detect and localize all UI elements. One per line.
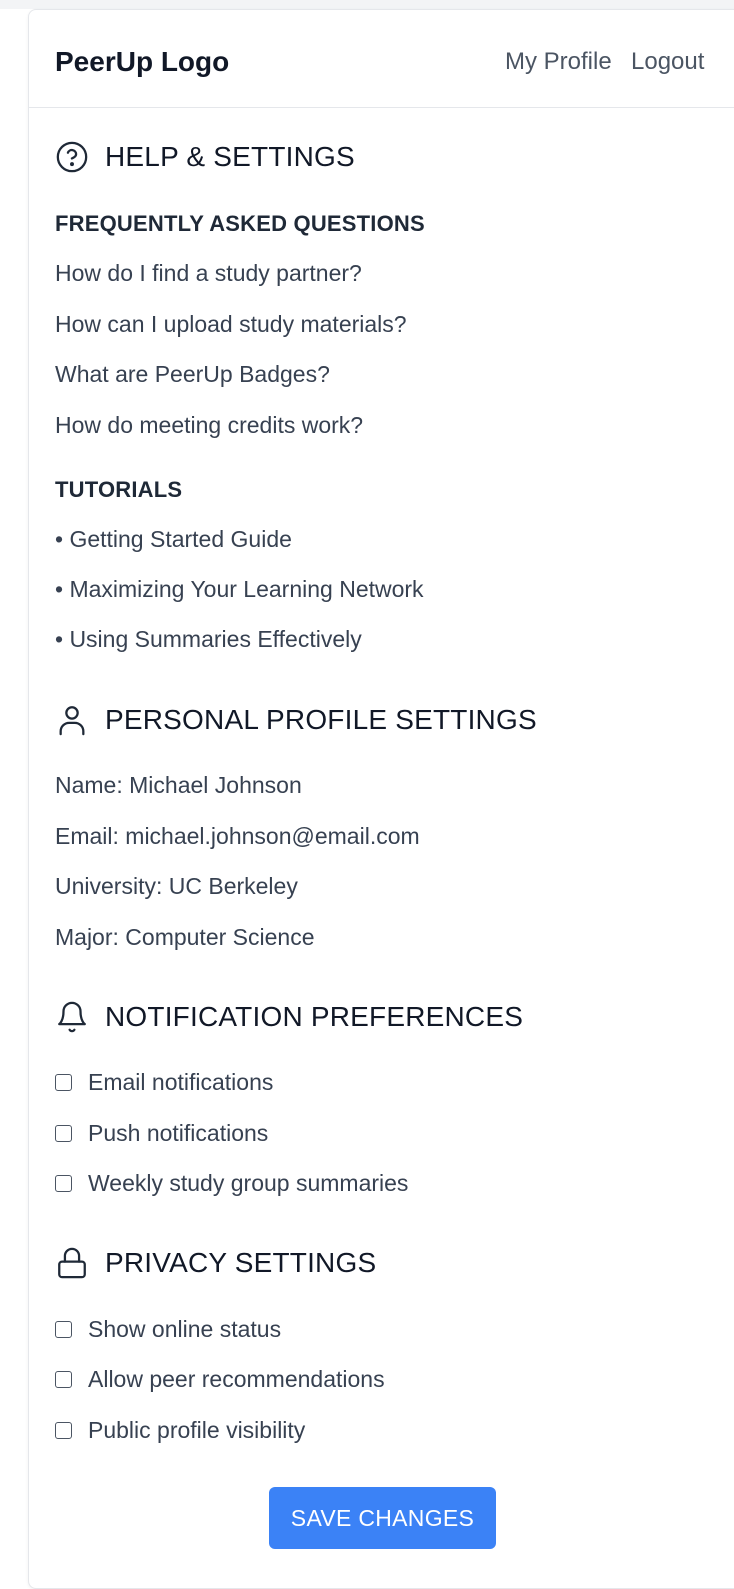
weekly-summaries-option[interactable]: Weekly study group summaries: [55, 1168, 408, 1198]
user-icon: [59, 706, 85, 736]
push-notifications-option[interactable]: Push notifications: [55, 1118, 268, 1148]
faq-heading: FREQUENTLY ASKED QUESTIONS: [55, 211, 425, 236]
tutorial-summaries[interactable]: • Using Summaries Effectively: [55, 626, 362, 653]
notification-preferences-title: NOTIFICATION PREFERENCES: [105, 1001, 524, 1032]
profile-university: University: UC Berkeley: [55, 873, 298, 899]
tutorials-heading: TUTORIALS: [55, 477, 183, 502]
email-notifications-option[interactable]: Email notifications: [55, 1067, 273, 1097]
notification-preferences-heading: NOTIFICATION PREFERENCES: [55, 999, 523, 1035]
public-profile-label: Public profile visibility: [88, 1416, 306, 1443]
profile-settings-heading: PERSONAL PROFILE SETTINGS: [55, 702, 537, 738]
app-logo[interactable]: PeerUp Logo: [55, 45, 229, 79]
push-notifications-checkbox[interactable]: [55, 1124, 72, 1142]
peer-recommendations-label: Allow peer recommendations: [88, 1365, 385, 1392]
online-status-checkbox[interactable]: [55, 1320, 72, 1338]
public-profile-checkbox[interactable]: [55, 1421, 72, 1439]
my-profile-link[interactable]: My Profile: [505, 47, 612, 77]
profile-email: Email: michael.johnson@email.com: [55, 823, 420, 849]
save-changes-button[interactable]: SAVE CHANGES: [269, 1487, 496, 1549]
bell-icon: [58, 1001, 86, 1033]
help-settings-title: HELP & SETTINGS: [105, 141, 355, 172]
settings-card: PeerUp Logo My Profile Logout HELP & SET…: [28, 9, 734, 1589]
online-status-option[interactable]: Show online status: [55, 1314, 281, 1344]
privacy-settings-heading: PRIVACY SETTINGS: [55, 1245, 376, 1281]
peer-recommendations-checkbox[interactable]: [55, 1370, 72, 1388]
faq-item-badges[interactable]: What are PeerUp Badges?: [55, 361, 330, 388]
profile-major: Major: Computer Science: [55, 924, 315, 950]
faq-item-find-partner[interactable]: How do I find a study partner?: [55, 260, 362, 287]
help-settings-heading: HELP & SETTINGS: [55, 139, 355, 175]
email-notifications-checkbox[interactable]: [55, 1073, 72, 1091]
faq-item-upload-materials[interactable]: How can I upload study materials?: [55, 311, 407, 338]
weekly-summaries-checkbox[interactable]: [55, 1174, 72, 1192]
push-notifications-label: Push notifications: [88, 1119, 269, 1146]
app-header: PeerUp Logo My Profile Logout: [29, 10, 734, 108]
tutorial-learning-network[interactable]: • Maximizing Your Learning Network: [55, 576, 424, 603]
page-top-edge: [0, 0, 734, 9]
email-notifications-label: Email notifications: [88, 1068, 274, 1095]
logout-link[interactable]: Logout: [631, 47, 704, 77]
tutorial-getting-started[interactable]: • Getting Started Guide: [55, 526, 292, 553]
profile-name: Name: Michael Johnson: [55, 772, 302, 798]
question-circle-icon: [56, 141, 88, 173]
public-profile-option[interactable]: Public profile visibility: [55, 1415, 305, 1445]
online-status-label: Show online status: [88, 1315, 282, 1342]
peer-recommendations-option[interactable]: Allow peer recommendations: [55, 1364, 385, 1394]
faq-item-meeting-credits[interactable]: How do meeting credits work?: [55, 412, 363, 439]
lock-icon: [58, 1247, 86, 1279]
profile-settings-title: PERSONAL PROFILE SETTINGS: [105, 704, 537, 735]
privacy-settings-title: PRIVACY SETTINGS: [105, 1247, 377, 1278]
weekly-summaries-label: Weekly study group summaries: [88, 1169, 409, 1196]
